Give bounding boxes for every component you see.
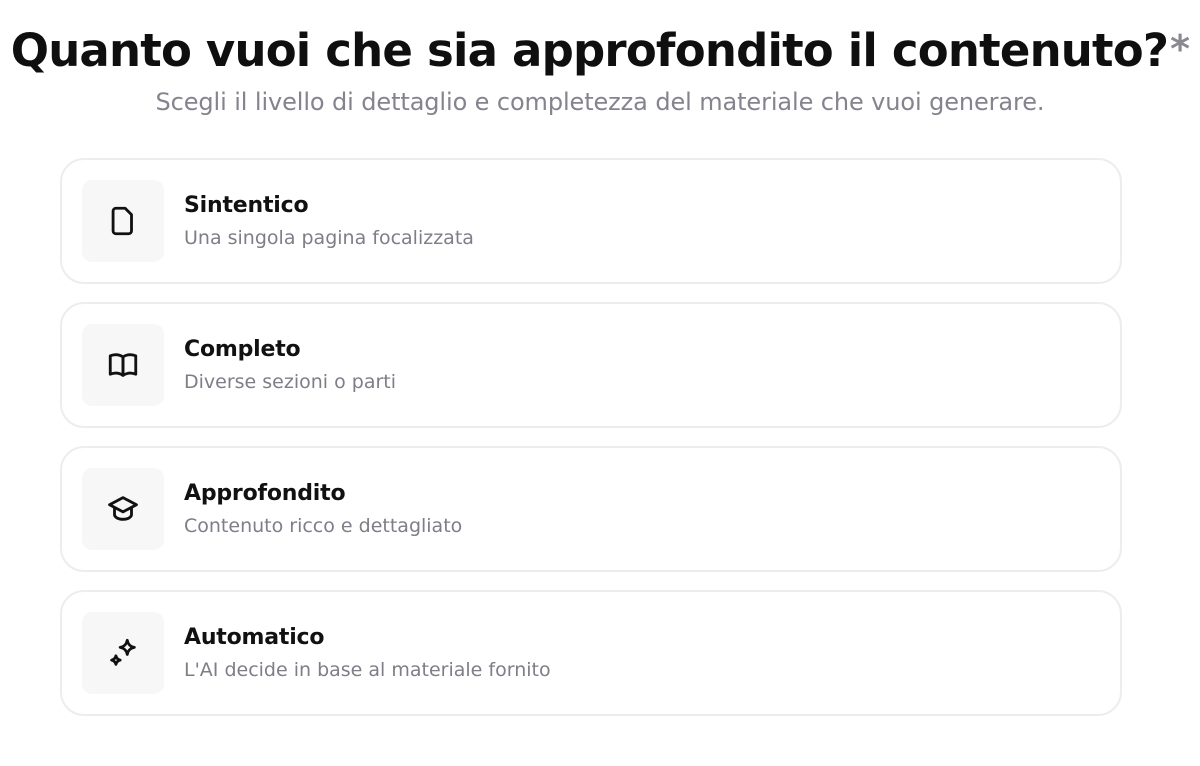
page-title: Quanto vuoi che sia approfondito il cont… bbox=[0, 22, 1200, 80]
required-asterisk: * bbox=[1170, 27, 1190, 71]
book-open-icon bbox=[82, 324, 164, 406]
option-title: Sintentico bbox=[184, 193, 309, 218]
option-description: Una singola pagina focalizzata bbox=[184, 227, 474, 249]
question-header: Quanto vuoi che sia approfondito il cont… bbox=[0, 22, 1200, 118]
page-subtitle: Scegli il livello di dettaglio e complet… bbox=[155, 88, 1045, 116]
option-title: Automatico bbox=[184, 625, 325, 650]
option-title: Completo bbox=[184, 337, 301, 362]
option-completo[interactable]: Completo Diverse sezioni o parti bbox=[60, 302, 1122, 428]
option-text: Approfondito Contenuto ricco e dettaglia… bbox=[184, 480, 462, 538]
graduation-cap-icon bbox=[82, 468, 164, 550]
sparkles-icon bbox=[82, 612, 164, 694]
option-description: L'AI decide in base al materiale fornito bbox=[184, 659, 551, 681]
option-sintentico[interactable]: Sintentico Una singola pagina focalizzat… bbox=[60, 158, 1122, 284]
title-text: Quanto vuoi che sia approfondito il cont… bbox=[10, 24, 1169, 77]
option-text: Sintentico Una singola pagina focalizzat… bbox=[184, 192, 474, 250]
option-text: Completo Diverse sezioni o parti bbox=[184, 336, 396, 394]
option-automatico[interactable]: Automatico L'AI decide in base al materi… bbox=[60, 590, 1122, 716]
depth-options-list: Sintentico Una singola pagina focalizzat… bbox=[60, 158, 1122, 734]
option-text: Automatico L'AI decide in base al materi… bbox=[184, 624, 551, 682]
file-icon bbox=[82, 180, 164, 262]
option-approfondito[interactable]: Approfondito Contenuto ricco e dettaglia… bbox=[60, 446, 1122, 572]
option-title: Approfondito bbox=[184, 481, 346, 506]
option-description: Contenuto ricco e dettagliato bbox=[184, 515, 463, 537]
option-description: Diverse sezioni o parti bbox=[184, 371, 397, 393]
